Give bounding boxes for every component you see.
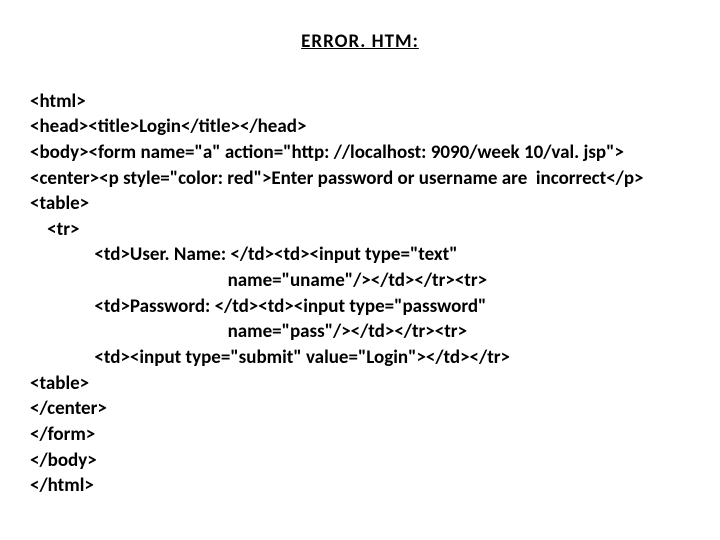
- page-title: ERROR. HTM:: [30, 30, 690, 53]
- code-line: <table>: [30, 372, 89, 395]
- code-line: <td>Password: </td><td><input type="pass…: [30, 295, 486, 318]
- code-line: name="uname"/></td></tr><tr>: [30, 269, 487, 292]
- code-line: </center>: [30, 397, 107, 420]
- code-line: <center><p style="color: red">Enter pass…: [30, 167, 643, 190]
- code-line: <html>: [30, 90, 86, 113]
- code-line: <td><input type="submit" value="Login"><…: [30, 346, 510, 369]
- code-line: name="pass"/></td></tr><tr>: [30, 320, 467, 343]
- code-line: </form>: [30, 423, 95, 446]
- code-line: <td>User. Name: </td><td><input type="te…: [30, 243, 458, 266]
- code-line: </html>: [30, 474, 94, 497]
- code-line: <table>: [30, 192, 89, 215]
- code-line: <tr>: [30, 218, 79, 241]
- code-line: <head><title>Login</title></head>: [30, 115, 306, 138]
- code-listing: <html> <head><title>Login</title></head>…: [30, 63, 690, 525]
- document-page: ERROR. HTM: <html> <head><title>Login</t…: [0, 0, 720, 525]
- code-line: </body>: [30, 449, 97, 472]
- code-line: <body><form name="a" action="http: //loc…: [30, 141, 624, 164]
